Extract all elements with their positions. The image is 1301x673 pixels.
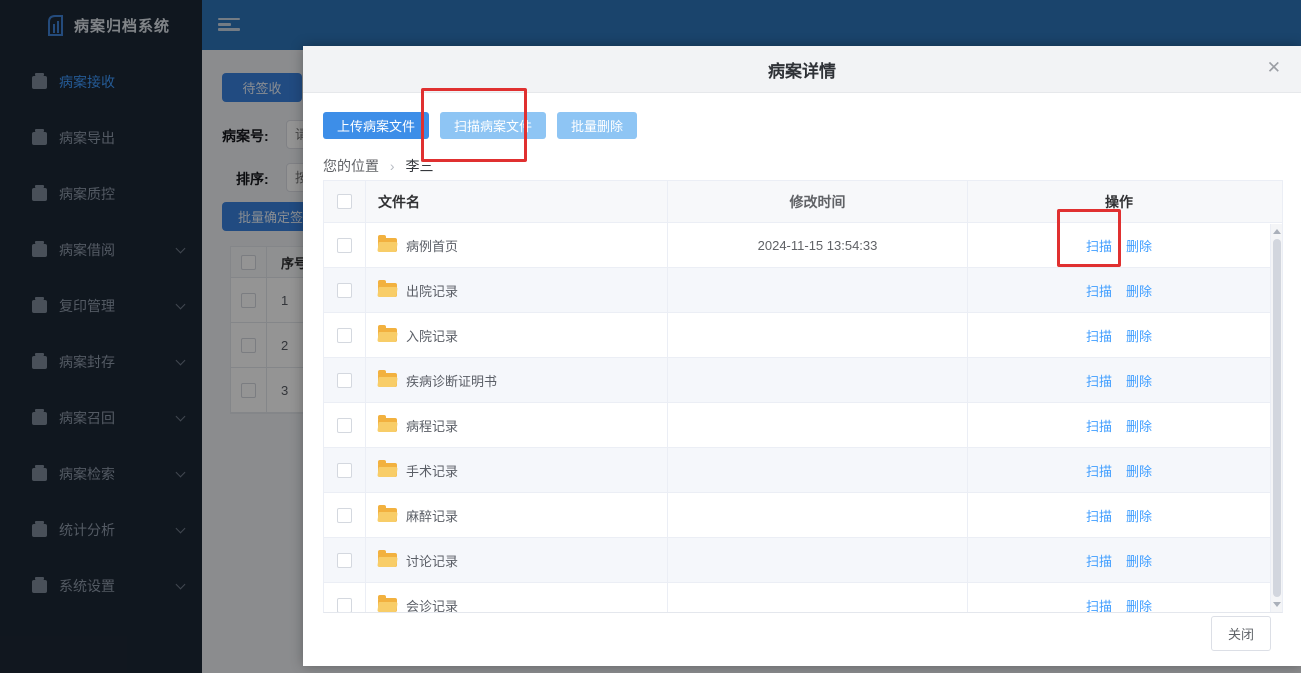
file-name: 麻醉记录 (406, 508, 459, 524)
modified-time-column-header: 修改时间 (668, 181, 968, 222)
folder-icon (377, 325, 398, 342)
folder-icon (377, 280, 398, 297)
file-name: 病例首页 (406, 238, 459, 254)
file-name: 疾病诊断证明书 (406, 373, 498, 389)
table-scrollbar[interactable] (1270, 224, 1282, 612)
file-row-疾病诊断证明书: 疾病诊断证明书 扫描 删除 (324, 358, 1282, 403)
scan-link[interactable]: 扫描 (1086, 506, 1112, 525)
close-button[interactable]: 关闭 (1210, 616, 1271, 651)
modified-time (668, 493, 968, 537)
scan-link[interactable]: 扫描 (1086, 281, 1112, 300)
breadcrumb: 您的位置 › 李三 (323, 156, 433, 176)
folder-icon (377, 595, 398, 612)
breadcrumb-prefix: 您的位置 (323, 158, 379, 174)
folder-icon (377, 505, 398, 522)
file-checkbox[interactable] (337, 282, 352, 298)
file-checkbox[interactable] (337, 237, 352, 253)
scan-link[interactable]: 扫描 (1086, 371, 1112, 390)
file-name: 讨论记录 (406, 553, 459, 569)
modified-time (668, 313, 968, 357)
scan-link[interactable]: 扫描 (1086, 326, 1112, 345)
delete-link[interactable]: 删除 (1126, 281, 1152, 300)
upload-case-files-button[interactable]: 上传病案文件 (323, 112, 430, 139)
folder-icon (377, 370, 398, 387)
file-row-手术记录: 手术记录 扫描 删除 (324, 448, 1282, 493)
delete-link[interactable]: 删除 (1126, 506, 1152, 525)
folder-icon (377, 235, 398, 252)
modified-time (668, 268, 968, 312)
scan-link[interactable]: 扫描 (1086, 596, 1112, 613)
batch-delete-button[interactable]: 批量删除 (557, 112, 638, 139)
file-name: 病程记录 (406, 418, 459, 434)
app-window: 病案归档系统 病案接收 病案导出 病案质控 病案借阅 复印管理 病案封存 病案召回 病案检索统… (0, 0, 1301, 673)
file-row-出院记录: 出院记录 扫描 删除 (324, 268, 1282, 313)
file-checkbox[interactable] (337, 597, 352, 612)
modified-time (668, 583, 968, 612)
file-checkbox[interactable] (337, 552, 352, 568)
modal-title: 病案详情 (768, 61, 836, 81)
modified-time: 2024-11-15 13:54:33 (668, 223, 968, 267)
file-checkbox[interactable] (337, 372, 352, 388)
delete-link[interactable]: 删除 (1126, 551, 1152, 570)
delete-link[interactable]: 删除 (1126, 461, 1152, 480)
file-row-会诊记录: 会诊记录 扫描 删除 (324, 583, 1282, 613)
file-table-header: 文件名 修改时间 操作 (324, 181, 1282, 223)
file-name: 入院记录 (406, 328, 459, 344)
file-checkbox[interactable] (337, 327, 352, 343)
scrollbar-thumb[interactable] (1273, 239, 1281, 597)
file-row-讨论记录: 讨论记录 扫描 删除 (324, 538, 1282, 583)
modified-time (668, 538, 968, 582)
folder-icon (377, 415, 398, 432)
scan-link[interactable]: 扫描 (1086, 416, 1112, 435)
file-checkbox[interactable] (337, 507, 352, 523)
file-row-病程记录: 病程记录 扫描 删除 (324, 403, 1282, 448)
delete-link[interactable]: 删除 (1126, 416, 1152, 435)
scan-link[interactable]: 扫描 (1086, 551, 1112, 570)
file-name: 手术记录 (406, 463, 459, 479)
file-table: 文件名 修改时间 操作 病例首页 2024-11-15 13:54:33 扫描 删除出… (323, 180, 1283, 613)
file-checkbox[interactable] (337, 417, 352, 433)
file-row-麻醉记录: 麻醉记录 扫描 删除 (324, 493, 1282, 538)
close-icon[interactable]: ✕ (1267, 59, 1281, 76)
folder-icon (377, 460, 398, 477)
file-checkbox[interactable] (337, 462, 352, 478)
breadcrumb-separator-icon: › (389, 158, 395, 174)
delete-link[interactable]: 删除 (1126, 326, 1152, 345)
annotation-box-scan-files-button (421, 88, 527, 162)
scan-link[interactable]: 扫描 (1086, 461, 1112, 480)
folder-icon (377, 550, 398, 567)
modal-footer: 关闭 (1210, 616, 1271, 651)
filename-column-header: 文件名 (366, 181, 668, 222)
scroll-up-icon[interactable] (1273, 229, 1281, 234)
scroll-down-icon[interactable] (1273, 602, 1281, 607)
delete-link[interactable]: 删除 (1126, 596, 1152, 613)
file-name: 会诊记录 (406, 598, 459, 613)
modified-time (668, 448, 968, 492)
modified-time (668, 403, 968, 447)
modified-time (668, 358, 968, 402)
delete-link[interactable]: 删除 (1126, 371, 1152, 390)
delete-link[interactable]: 删除 (1126, 236, 1152, 255)
file-row-病例首页: 病例首页 2024-11-15 13:54:33 扫描 删除 (324, 223, 1282, 268)
file-row-入院记录: 入院记录 扫描 删除 (324, 313, 1282, 358)
annotation-box-first-row-scan-link (1057, 209, 1121, 267)
modal-header: 病案详情 ✕ (303, 46, 1301, 93)
select-all-files-checkbox[interactable] (337, 194, 352, 209)
file-name: 出院记录 (406, 283, 459, 299)
